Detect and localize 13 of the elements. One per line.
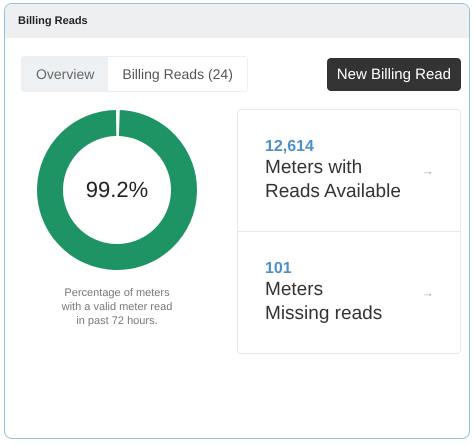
stat-row[interactable]: 12,614 Meters with Reads Available → [238,110,460,231]
stat-count: 12,614 [265,138,315,156]
gauge-value: 99.2% [86,177,148,203]
tab[interactable]: Overview [22,57,108,91]
gauge-caption: Percentage of meters with a valid meter read in past 72 hours. [62,286,172,328]
stat-count: 101 [265,260,293,278]
stat-label: Meters with Reads Available [265,156,401,204]
stat-row[interactable]: 101 Meters Missing reads → [238,231,460,353]
new-billing-read-button[interactable]: New Billing Read [326,58,461,90]
stat-label: Meters Missing reads [265,278,382,326]
panel-title: Billing Reads [18,15,88,27]
arrow-icon: → [421,285,434,300]
arrow-icon: → [421,163,434,178]
